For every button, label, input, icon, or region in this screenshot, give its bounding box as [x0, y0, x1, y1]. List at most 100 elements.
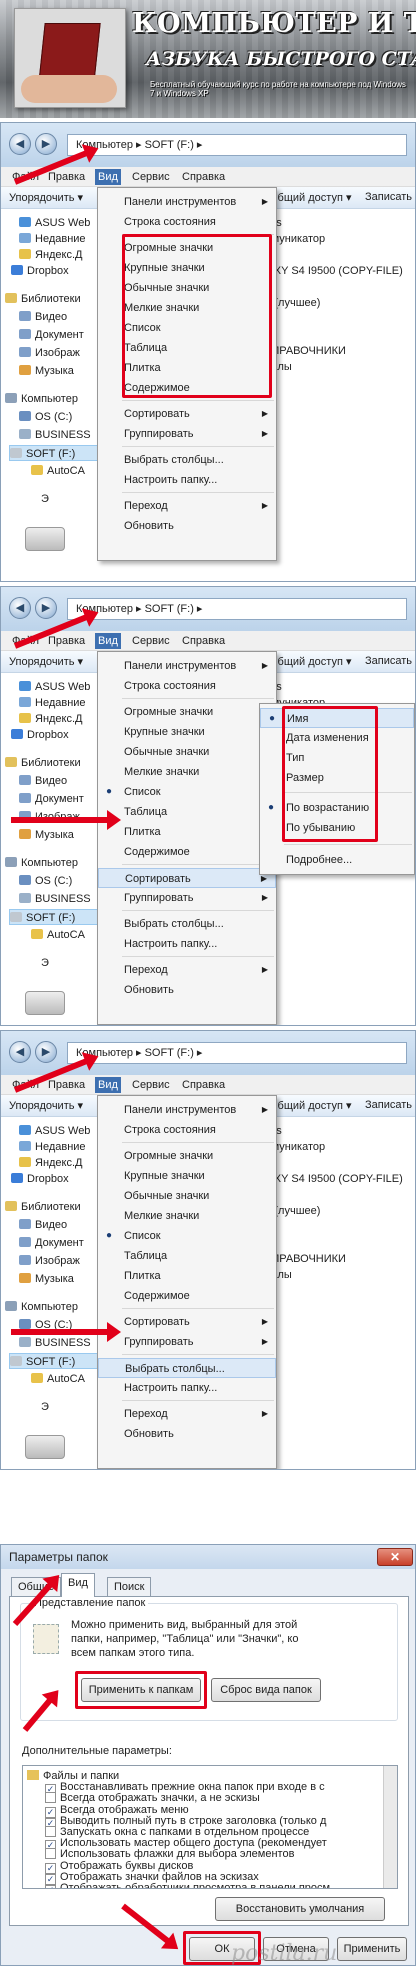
address-bar[interactable]: Компьютер ▸ SOFT (F:) ▸ — [67, 1042, 407, 1064]
view-menu-item[interactable]: Переход ▶ — [98, 1404, 276, 1424]
tree-item[interactable]: Недавние — [19, 1139, 86, 1155]
option-item[interactable]: ✓ Отображать обработчики просмотра в пане… — [23, 1880, 330, 1888]
tree-item[interactable]: BUSINESS — [19, 1335, 91, 1351]
address-bar[interactable]: Компьютер ▸ SOFT (F:) ▸ — [67, 598, 407, 620]
tree-item[interactable]: Компьютер — [5, 1299, 78, 1315]
view-menu-item[interactable]: Огромные значки — [98, 702, 276, 722]
tree-item[interactable]: Dropbox — [11, 727, 69, 743]
tree-item[interactable]: OS (C:) — [19, 873, 72, 889]
menu-item[interactable]: Правка — [45, 1077, 88, 1093]
view-menu-item[interactable]: Настроить папку... — [98, 934, 276, 954]
view-menu-item[interactable]: Список ● — [98, 782, 276, 802]
tree-item[interactable]: Изображ — [19, 345, 80, 361]
reset-folders-button[interactable]: Сброс вида папок — [211, 1678, 321, 1702]
view-menu-item[interactable]: Сортировать ▶ — [98, 404, 276, 424]
view-menu-item[interactable]: Панели инструментов ▶ — [98, 1100, 276, 1120]
view-menu-item[interactable]: Строка состояния — [98, 212, 276, 232]
view-menu-item[interactable]: Таблица — [98, 802, 276, 822]
view-menu-item[interactable]: Обычные значки — [98, 1186, 276, 1206]
tree-item[interactable]: SOFT (F:) — [9, 445, 105, 461]
checkbox[interactable]: ✓ — [45, 1885, 56, 1888]
tree-item[interactable]: Библиотеки — [5, 755, 81, 771]
menu-item[interactable]: Правка — [45, 633, 88, 649]
view-menu-item[interactable]: Обновить — [98, 980, 276, 1000]
view-menu-item[interactable]: Плитка — [98, 1266, 276, 1286]
apply-button[interactable]: Применить — [337, 1937, 407, 1961]
tree-item[interactable]: Dropbox — [11, 1171, 69, 1187]
tree-item[interactable]: Видео — [19, 773, 67, 789]
share-button[interactable]: Общий доступ ▾ — [269, 191, 351, 204]
organize-button[interactable]: Упорядочить ▾ — [9, 655, 83, 668]
view-menu-item[interactable]: Панели инструментов ▶ — [98, 192, 276, 212]
view-menu-item[interactable]: Сортировать ▶ — [98, 1312, 276, 1332]
close-button[interactable]: ✕ — [377, 1548, 413, 1566]
view-menu-item[interactable]: Сортировать ▶ — [98, 868, 276, 888]
back-button[interactable]: ◀ — [9, 133, 31, 155]
view-menu-item[interactable]: Настроить папку... — [98, 470, 276, 490]
view-menu-item[interactable]: Мелкие значки — [98, 762, 276, 782]
tree-item[interactable]: Компьютер — [5, 855, 78, 871]
view-menu-item[interactable]: Список ● — [98, 1226, 276, 1246]
burn-button[interactable]: Записать на — [365, 655, 415, 667]
view-menu-item[interactable]: Крупные значки — [98, 722, 276, 742]
burn-button[interactable]: Записать на — [365, 1099, 415, 1111]
view-menu-item[interactable]: Настроить папку... — [98, 1378, 276, 1398]
menu-item[interactable]: Сервис — [129, 633, 173, 649]
view-menu-item[interactable]: Огромные значки — [98, 1146, 276, 1166]
tree-item[interactable]: Яндекс.Д — [19, 247, 83, 263]
scrollbar[interactable] — [383, 1766, 397, 1888]
view-menu-item[interactable]: Переход ▶ — [98, 960, 276, 980]
tab-search[interactable]: Поиск — [107, 1577, 152, 1597]
tree-item[interactable]: ASUS Web — [19, 679, 90, 695]
view-menu-item[interactable]: Группировать ▶ — [98, 1332, 276, 1352]
burn-button[interactable]: Записать на — [365, 191, 415, 203]
tree-item[interactable]: Библиотеки — [5, 1199, 81, 1215]
view-menu-item[interactable]: Панели инструментов ▶ — [98, 656, 276, 676]
organize-button[interactable]: Упорядочить ▾ — [9, 191, 83, 204]
view-menu-item[interactable]: Таблица — [98, 1246, 276, 1266]
forward-button[interactable]: ▶ — [35, 597, 57, 619]
tree-item[interactable]: AutoCA — [31, 463, 85, 479]
view-menu-item[interactable]: Выбрать столбцы... — [98, 1358, 276, 1378]
tree-item[interactable]: Изображ — [19, 1253, 80, 1269]
view-menu-item[interactable]: Обновить — [98, 516, 276, 536]
menu-item[interactable]: Справка — [179, 1077, 228, 1093]
back-button[interactable]: ◀ — [9, 1041, 31, 1063]
tree-item[interactable]: Документ — [19, 327, 84, 343]
tree-item[interactable]: Яндекс.Д — [19, 1155, 83, 1171]
view-menu-item[interactable]: Переход ▶ — [98, 496, 276, 516]
share-button[interactable]: Общий доступ ▾ — [269, 655, 351, 668]
tree-item[interactable]: Документ — [19, 791, 84, 807]
menu-item[interactable]: Сервис — [129, 169, 173, 185]
tree-item[interactable]: Музыка — [19, 363, 74, 379]
menu-item[interactable]: Правка — [45, 169, 88, 185]
view-menu-item[interactable]: Группировать ▶ — [98, 424, 276, 444]
tree-item[interactable]: ASUS Web — [19, 1123, 90, 1139]
tree-item[interactable]: Недавние — [19, 231, 86, 247]
view-menu-item[interactable]: Группировать ▶ — [98, 888, 276, 908]
tree-item[interactable]: OS (C:) — [19, 409, 72, 425]
advanced-settings-list[interactable]: Файлы и папки ✓ Восстанавливать прежние ок… — [22, 1765, 398, 1889]
tree-item[interactable]: AutoCA — [31, 927, 85, 943]
tree-item[interactable]: Библиотеки — [5, 291, 81, 307]
tree-item[interactable]: AutoCA — [31, 1371, 85, 1387]
menu-item[interactable]: Вид — [95, 633, 121, 649]
forward-button[interactable]: ▶ — [35, 1041, 57, 1063]
organize-button[interactable]: Упорядочить ▾ — [9, 1099, 83, 1112]
view-menu-item[interactable]: Крупные значки — [98, 1166, 276, 1186]
view-menu-item[interactable]: Выбрать столбцы... — [98, 914, 276, 934]
tab-view[interactable]: Вид — [61, 1573, 95, 1597]
view-menu-item[interactable]: Обновить — [98, 1424, 276, 1444]
view-menu-item[interactable]: Содержимое — [98, 842, 276, 862]
tree-item[interactable]: Dropbox — [11, 263, 69, 279]
tree-item[interactable]: Видео — [19, 309, 67, 325]
tree-item[interactable]: BUSINESS — [19, 891, 91, 907]
tree-item[interactable]: BUSINESS — [19, 427, 91, 443]
menu-item[interactable]: Сервис — [129, 1077, 173, 1093]
view-menu-item[interactable]: Строка состояния — [98, 1120, 276, 1140]
tree-item[interactable]: Видео — [19, 1217, 67, 1233]
menu-item[interactable]: Вид — [95, 1077, 121, 1093]
tree-item[interactable]: Яндекс.Д — [19, 711, 83, 727]
tree-item[interactable]: SOFT (F:) — [9, 909, 105, 925]
view-menu-item[interactable]: Мелкие значки — [98, 1206, 276, 1226]
